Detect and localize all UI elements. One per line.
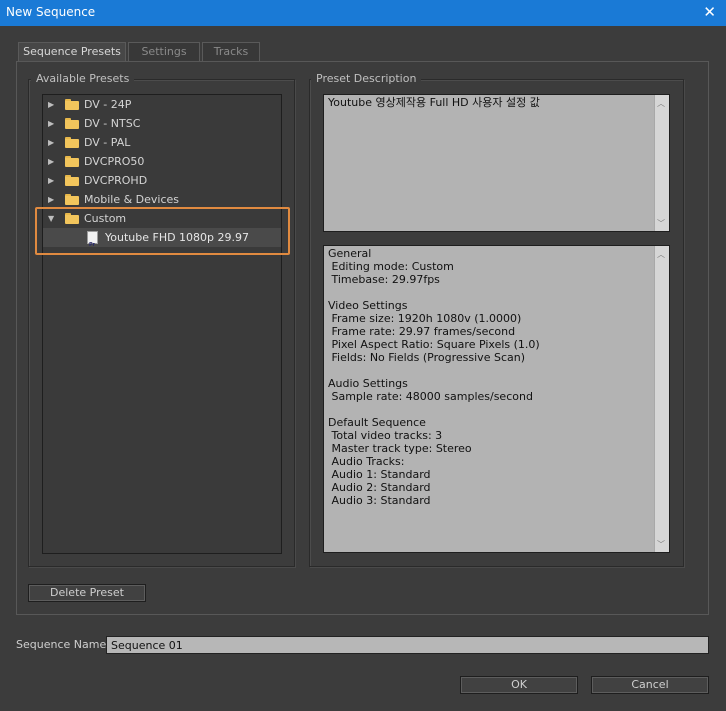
detail-line: Frame rate: 29.97 frames/second: [328, 325, 516, 338]
title-bar: New Sequence ✕: [0, 0, 726, 26]
preset-folder-dv-pal[interactable]: ▶ DV - PAL: [43, 133, 281, 152]
expand-arrow-icon[interactable]: ▶: [48, 171, 58, 190]
presets-tree[interactable]: ▶ DV - 24P ▶ DV - NTSC ▶ DV - PAL ▶ DVCP…: [42, 94, 282, 554]
folder-icon: [65, 156, 79, 167]
detail-line: Master track type: Stereo: [328, 442, 472, 455]
detail-line: [328, 286, 651, 299]
detail-line: Default Sequence: [328, 416, 426, 429]
description-text-box[interactable]: Youtube 영상제작용 Full HD 사용자 설정 값 ︿ ﹀: [323, 94, 670, 232]
preset-folder-dv-ntsc[interactable]: ▶ DV - NTSC: [43, 114, 281, 133]
preset-folder-dvcprohd[interactable]: ▶ DVCPROHD: [43, 171, 281, 190]
detail-line: Sample rate: 48000 samples/second: [328, 390, 533, 403]
tab-tracks[interactable]: Tracks: [202, 42, 260, 61]
scroll-down-icon[interactable]: ﹀: [657, 539, 665, 550]
detail-line: Frame size: 1920h 1080v (1.0000): [328, 312, 522, 325]
delete-preset-button[interactable]: Delete Preset: [28, 584, 146, 602]
folder-icon: [65, 118, 79, 129]
preset-details-text: General Editing mode: Custom Timebase: 2…: [328, 247, 651, 507]
scroll-down-icon[interactable]: ﹀: [657, 218, 665, 229]
detail-line: Timebase: 29.97fps: [328, 273, 440, 286]
detail-line: [328, 364, 651, 377]
detail-line: Audio 3: Standard: [328, 494, 431, 507]
preset-details-box[interactable]: General Editing mode: Custom Timebase: 2…: [323, 245, 670, 553]
preset-folder-label: DV - NTSC: [84, 117, 141, 130]
sequence-name-label: Sequence Name:: [16, 638, 110, 651]
detail-line: Audio 1: Standard: [328, 468, 431, 481]
detail-line: Video Settings: [328, 299, 408, 312]
close-icon[interactable]: ✕: [703, 3, 716, 21]
folder-icon: [65, 99, 79, 110]
description-scrollbar[interactable]: ︿ ﹀: [654, 95, 669, 231]
ok-button[interactable]: OK: [460, 676, 578, 694]
detail-line: Editing mode: Custom: [328, 260, 454, 273]
detail-line: Audio Tracks:: [328, 455, 405, 468]
folder-icon: [65, 175, 79, 186]
detail-line: [328, 403, 651, 416]
expand-arrow-icon[interactable]: ▶: [48, 152, 58, 171]
scroll-up-icon[interactable]: ︿: [657, 98, 665, 109]
detail-line: General: [328, 247, 372, 260]
detail-line: Pixel Aspect Ratio: Square Pixels (1.0): [328, 338, 540, 351]
description-text: Youtube 영상제작용 Full HD 사용자 설정 값: [328, 96, 540, 109]
preset-folder-label: DV - 24P: [84, 98, 132, 111]
expand-arrow-icon[interactable]: ▶: [48, 95, 58, 114]
folder-icon: [65, 194, 79, 205]
preset-folder-dv-24p[interactable]: ▶ DV - 24P: [43, 95, 281, 114]
preset-folder-label: DVCPROHD: [84, 174, 148, 187]
tab-settings[interactable]: Settings: [128, 42, 200, 61]
sequence-name-input[interactable]: [106, 636, 709, 654]
detail-line: Audio 2: Standard: [328, 481, 431, 494]
cancel-button[interactable]: Cancel: [591, 676, 709, 694]
available-presets-label: Available Presets: [31, 72, 135, 86]
tab-sequence-presets[interactable]: Sequence Presets: [18, 42, 126, 62]
preset-description-label: Preset Description: [311, 72, 422, 86]
expand-arrow-icon[interactable]: ▶: [48, 114, 58, 133]
detail-line: Fields: No Fields (Progressive Scan): [328, 351, 525, 364]
preset-folder-label: DVCPRO50: [84, 155, 145, 168]
selection-highlight-box: [35, 207, 290, 255]
window-title: New Sequence: [6, 5, 96, 19]
scroll-up-icon[interactable]: ︿: [657, 249, 665, 260]
preset-folder-label: DV - PAL: [84, 136, 131, 149]
preset-folder-dvcpro50[interactable]: ▶ DVCPRO50: [43, 152, 281, 171]
detail-line: Total video tracks: 3: [328, 429, 443, 442]
detail-line: Audio Settings: [328, 377, 408, 390]
expand-arrow-icon[interactable]: ▶: [48, 133, 58, 152]
details-scrollbar[interactable]: ︿ ﹀: [654, 246, 669, 552]
folder-icon: [65, 137, 79, 148]
